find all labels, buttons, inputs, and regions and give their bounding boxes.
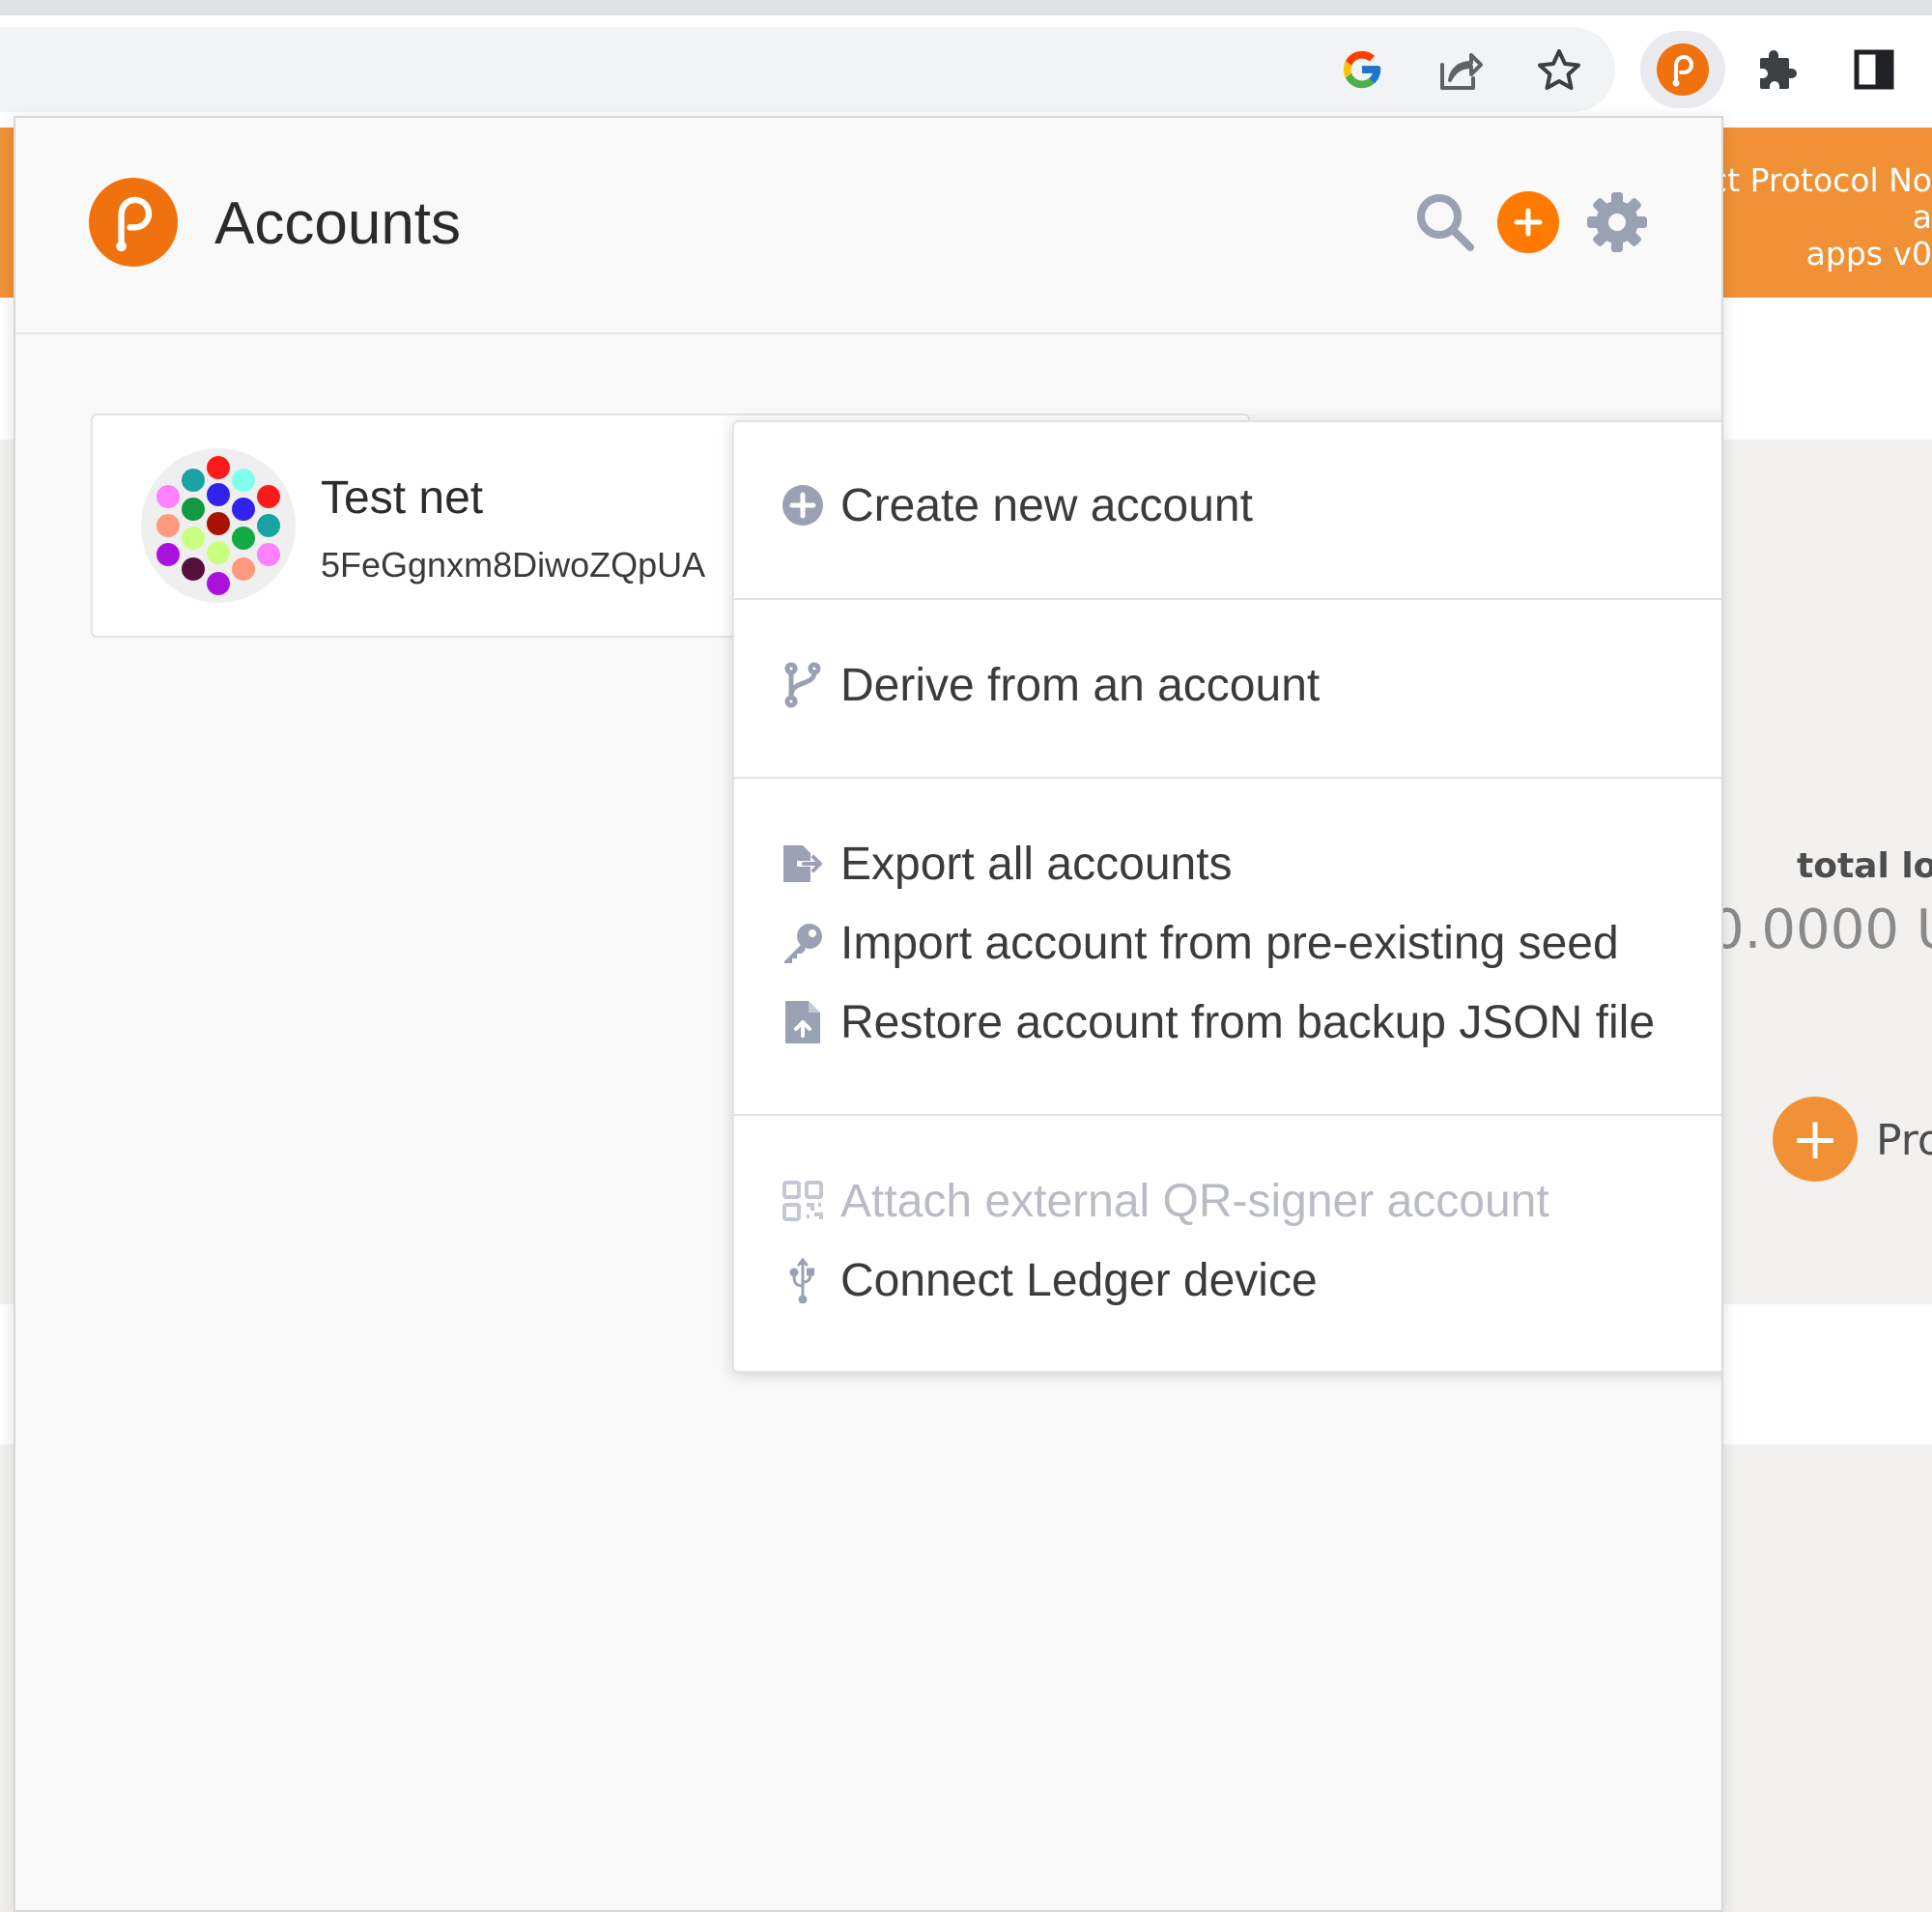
extension-popup: Accounts Test net 5FeGgnxm8DiwoZQpUA Cre… [14, 116, 1723, 1912]
add-account-icon[interactable] [1497, 191, 1559, 253]
menu-item-label: Export all accounts [840, 838, 1233, 890]
usb-icon [781, 1257, 825, 1303]
total-locked-label: total loc [1797, 846, 1932, 886]
menu-item-attach-qr-signer: Attach external QR-signer account [781, 1170, 1549, 1232]
menu-item-connect-ledger[interactable]: Connect Ledger device [781, 1249, 1318, 1311]
plus-circle-icon [781, 483, 825, 528]
menu-item-label: Attach external QR-signer account [840, 1175, 1549, 1227]
browser-tab-strip [0, 0, 1932, 15]
bookmark-star-icon[interactable] [1528, 39, 1590, 100]
account-address[interactable]: 5FeGgnxm8DiwoZQpUA [321, 545, 705, 585]
share-icon[interactable] [1430, 39, 1492, 100]
google-icon[interactable] [1331, 39, 1393, 100]
menu-item-label: Derive from an account [840, 659, 1321, 711]
menu-item-import-seed[interactable]: Import account from pre-existing seed [781, 912, 1619, 974]
menu-item-export-all[interactable]: Export all accounts [781, 833, 1233, 895]
menu-item-label: Connect Ledger device [840, 1254, 1318, 1306]
menu-item-label: Create new account [840, 479, 1253, 531]
menu-item-create-account[interactable]: Create new account [781, 474, 1253, 536]
page-title: Accounts [214, 190, 462, 257]
background-add-label: Pro [1876, 1116, 1932, 1165]
menu-item-label: Import account from pre-existing seed [840, 917, 1619, 969]
qr-code-icon [781, 1179, 825, 1223]
menu-divider [734, 598, 1721, 600]
polkadot-extension-icon[interactable] [1640, 31, 1725, 108]
file-export-icon [781, 842, 825, 886]
key-icon [781, 921, 825, 965]
popup-header: Accounts [15, 118, 1721, 334]
account-name: Test net [321, 472, 484, 524]
code-branch-icon [781, 662, 825, 708]
account-identicon [141, 448, 296, 603]
menu-item-restore-json[interactable]: Restore account from backup JSON file [781, 991, 1655, 1053]
side-panel-icon[interactable] [1843, 39, 1905, 100]
file-upload-icon [781, 1000, 825, 1044]
menu-item-derive-account[interactable]: Derive from an account [781, 654, 1320, 716]
background-add-button[interactable]: + [1773, 1097, 1858, 1182]
add-account-menu: Create new account Derive from an accoun… [732, 420, 1721, 1373]
search-icon[interactable] [1408, 185, 1482, 259]
menu-divider [734, 1114, 1721, 1116]
settings-gear-icon[interactable] [1580, 185, 1654, 259]
menu-divider [734, 777, 1721, 779]
extensions-puzzle-icon[interactable] [1747, 39, 1808, 100]
total-locked-value: 0.0000 UI [1710, 899, 1932, 961]
menu-item-label: Restore account from backup JSON file [840, 996, 1656, 1048]
polkadot-logo-icon [89, 178, 178, 267]
